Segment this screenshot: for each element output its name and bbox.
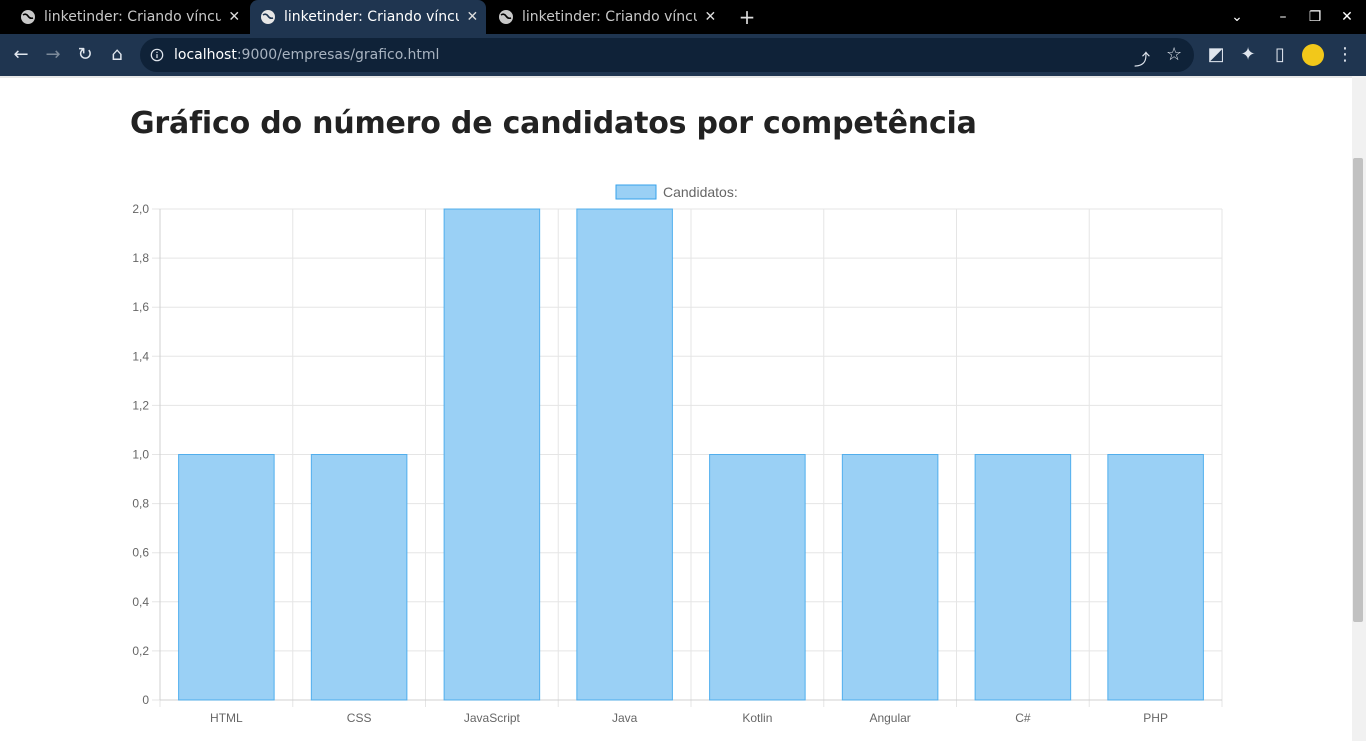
x-tick-label: CSS xyxy=(347,711,372,725)
x-tick-label: HTML xyxy=(210,711,243,725)
maximize-icon[interactable]: ❐ xyxy=(1306,8,1324,26)
x-tick-label: C# xyxy=(1015,711,1031,725)
x-tick-label: Java xyxy=(612,711,638,725)
globe-icon xyxy=(261,10,275,24)
globe-icon xyxy=(21,10,35,24)
menu-icon[interactable]: ⋮ xyxy=(1334,44,1356,66)
y-tick-label: 0,8 xyxy=(132,497,149,511)
legend-swatch xyxy=(615,184,657,200)
close-icon[interactable]: ✕ xyxy=(697,9,724,25)
minimize-icon[interactable]: – xyxy=(1274,8,1292,26)
x-tick-label: PHP xyxy=(1143,711,1168,725)
tab-3[interactable]: linketinder: Criando víncu ✕ xyxy=(488,0,724,34)
url-text[interactable]: localhost:9000/empresas/grafico.html xyxy=(174,38,439,72)
new-tab-icon[interactable]: + xyxy=(736,6,758,28)
tab-search-icon[interactable]: ⌄ xyxy=(1228,8,1246,26)
reload-icon[interactable]: ↻ xyxy=(74,44,96,66)
extension-icon[interactable]: ◩ xyxy=(1205,44,1227,66)
site-info-icon[interactable] xyxy=(150,48,164,62)
y-tick-label: 1,8 xyxy=(132,251,149,265)
share-icon[interactable]: ⤴ xyxy=(1134,46,1150,70)
url-path: :9000/empresas/grafico.html xyxy=(236,47,440,63)
bar-css xyxy=(310,454,408,701)
y-tick-label: 1,2 xyxy=(132,398,149,412)
bar-java xyxy=(576,208,673,701)
bar-chart: 0 0,2 0,4 0,6 0,8 1,0 1,2 1,4 1,6 1,8 2,0 HTML CSS Ja… xyxy=(132,184,1223,725)
x-tick-label: Angular xyxy=(869,711,910,725)
globe-icon xyxy=(499,10,513,24)
bookmark-star-icon[interactable]: ☆ xyxy=(1166,44,1182,65)
puzzle-icon[interactable]: ✦ xyxy=(1237,44,1259,66)
bar-php xyxy=(1107,454,1204,701)
x-tick-label: Kotlin xyxy=(742,711,772,725)
y-tick-label: 1,0 xyxy=(132,448,149,462)
avatar[interactable] xyxy=(1302,44,1324,66)
close-icon[interactable]: ✕ xyxy=(459,9,486,25)
forward-icon[interactable]: → xyxy=(42,44,64,66)
side-panel-icon[interactable]: ▯ xyxy=(1269,44,1291,66)
y-tick-label: 2,0 xyxy=(132,202,149,216)
tab-title: linketinder: Criando víncu xyxy=(284,9,459,25)
y-tick-label: 1,4 xyxy=(132,349,149,363)
y-tick-label: 0,4 xyxy=(132,595,149,609)
x-tick-label: JavaScript xyxy=(464,711,521,725)
tab-title: linketinder: Criando víncu xyxy=(522,9,697,25)
y-tick-label: 0,6 xyxy=(132,546,149,560)
url-host: localhost xyxy=(174,47,237,63)
close-window-icon[interactable]: ✕ xyxy=(1338,8,1356,26)
page-title: Gráfico do número de candidatos por comp… xyxy=(130,106,977,141)
tab-title: linketinder: Criando víncu xyxy=(44,9,221,25)
legend-label: Candidatos: xyxy=(663,184,738,200)
y-tick-label: 0,2 xyxy=(132,644,149,658)
page-top-edge xyxy=(0,76,1352,78)
y-tick-label: 0 xyxy=(142,693,149,707)
tab-2[interactable]: linketinder: Criando víncu ✕ xyxy=(250,0,486,34)
close-icon[interactable]: ✕ xyxy=(221,9,249,25)
scrollbar-thumb[interactable] xyxy=(1353,158,1363,622)
bar-kotlin xyxy=(709,454,806,701)
tab-strip: linketinder: Criando víncu ✕ linketinder… xyxy=(0,0,1366,34)
browser-toolbar: ← → ↻ ⌂ localhost:9000/empresas/grafico.… xyxy=(0,34,1366,76)
bar-c- xyxy=(974,454,1072,701)
home-icon[interactable]: ⌂ xyxy=(106,44,128,66)
bar-html xyxy=(178,454,275,701)
address-bar[interactable]: localhost:9000/empresas/grafico.html ⤴ ☆ xyxy=(140,38,1194,72)
bar-javascript xyxy=(443,208,541,701)
y-tick-label: 1,6 xyxy=(132,300,149,314)
back-icon[interactable]: ← xyxy=(10,44,32,66)
bar-angular xyxy=(841,454,939,701)
tab-1[interactable]: linketinder: Criando víncu ✕ xyxy=(0,0,248,34)
